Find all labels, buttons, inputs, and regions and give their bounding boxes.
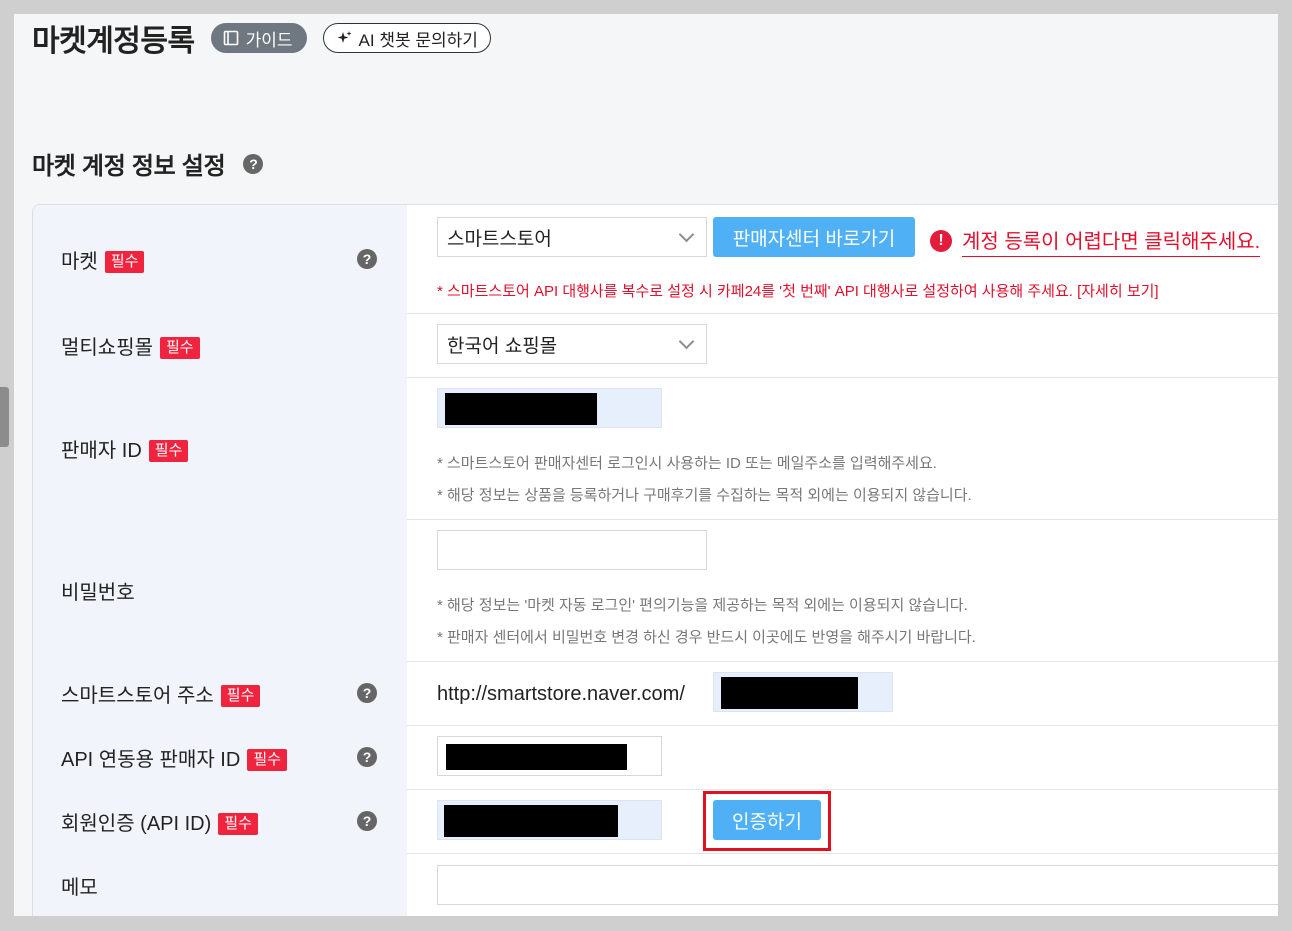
value-cell bbox=[408, 725, 1278, 789]
label-cell: 마켓 필수 ? bbox=[33, 205, 407, 313]
seller-id-label: 판매자 ID bbox=[61, 439, 142, 462]
required-badge: 필수 bbox=[104, 250, 145, 273]
member-auth-label: 회원인증 (API ID) bbox=[61, 812, 212, 835]
required-badge: 필수 bbox=[160, 336, 200, 359]
sparkle-icon bbox=[337, 30, 352, 43]
book-icon bbox=[223, 30, 238, 46]
page-title: 마켓계정등록 bbox=[32, 25, 195, 58]
seller-id-note-1: * 스마트스토어 판매자센터 로그인시 사용하는 ID 또는 메일주소를 입력해… bbox=[437, 455, 937, 472]
store-url-prefix: http://smartstore.naver.com/ bbox=[437, 683, 685, 705]
required-badge: 필수 bbox=[218, 812, 258, 835]
guide-button[interactable]: 가이드 bbox=[210, 23, 307, 53]
page-header: 마켓계정등록 가이드 AI 챗봇 문의하기 bbox=[32, 18, 491, 58]
ai-chatbot-label: AI 챗봇 문의하기 bbox=[358, 30, 478, 50]
market-account-form: 마켓 필수 ? 스마트스토어 판매자센터 바로가기 ! 계정 등록이 어렵다면 클… bbox=[32, 204, 1278, 916]
redacted-value bbox=[721, 677, 858, 709]
redacted-value bbox=[445, 393, 597, 425]
redacted-value bbox=[446, 744, 627, 770]
multi-mall-select[interactable]: 한국어 쇼핑몰 bbox=[437, 324, 707, 364]
seller-center-button[interactable]: 판매자센터 바로가기 bbox=[713, 217, 915, 257]
label-cell: 스마트스토어 주소 필수 ? bbox=[33, 661, 407, 725]
form-row-market: 마켓 필수 ? 스마트스토어 판매자센터 바로가기 ! 계정 등록이 어렵다면 클… bbox=[33, 205, 1278, 314]
password-note-1: * 해당 정보는 '마켓 자동 로그인' 편의기능을 제공하는 목적 외에는 이… bbox=[437, 597, 968, 614]
registration-help-link[interactable]: ! 계정 등록이 어렵다면 클릭해주세요. bbox=[930, 225, 1261, 257]
api-seller-id-label: API 연동용 판매자 ID bbox=[61, 748, 241, 771]
market-label: 마켓 bbox=[61, 250, 98, 273]
store-url-input[interactable] bbox=[713, 672, 893, 712]
api-id-input[interactable] bbox=[437, 800, 662, 840]
value-cell bbox=[408, 853, 1278, 916]
seller-id-note-2: * 해당 정보는 상품을 등록하거나 구매후기를 수집하는 목적 외에는 이용되… bbox=[437, 487, 972, 504]
api-seller-id-input[interactable] bbox=[437, 736, 662, 776]
section-title: 마켓 계정 정보 설정 ? bbox=[32, 146, 264, 181]
label-cell: API 연동용 판매자 ID 필수 ? bbox=[33, 725, 407, 789]
market-api-note: * 스마트스토어 API 대행사를 복수로 설정 시 카페24를 '첫 번째' … bbox=[437, 283, 1159, 300]
guide-button-label: 가이드 bbox=[245, 30, 293, 50]
value-cell: http://smartstore.naver.com/ bbox=[408, 661, 1278, 725]
redacted-value bbox=[444, 805, 618, 837]
value-cell: * 스마트스토어 판매자센터 로그인시 사용하는 ID 또는 메일주소를 입력해… bbox=[408, 377, 1278, 519]
form-row-store-url: 스마트스토어 주소 필수 ? http://smartstore.naver.co… bbox=[33, 661, 1278, 726]
password-note-2: * 판매자 센터에서 비밀번호 변경 하신 경우 반드시 이곳에도 반영을 해주… bbox=[437, 629, 976, 646]
required-badge: 필수 bbox=[220, 684, 261, 707]
multi-mall-label: 멀티쇼핑몰 bbox=[61, 336, 153, 359]
alert-icon: ! bbox=[930, 230, 952, 252]
ai-chatbot-button[interactable]: AI 챗봇 문의하기 bbox=[322, 23, 491, 53]
label-cell: 판매자 ID 필수 bbox=[33, 377, 407, 519]
label-cell: 멀티쇼핑몰 필수 bbox=[33, 313, 407, 377]
help-icon[interactable]: ? bbox=[357, 249, 377, 269]
memo-input[interactable] bbox=[437, 865, 1278, 905]
help-icon[interactable]: ? bbox=[357, 811, 377, 831]
label-cell: 회원인증 (API ID) 필수 ? bbox=[33, 789, 407, 853]
sidebar-collapse-handle[interactable] bbox=[0, 387, 9, 447]
form-row-password: 비밀번호 * 해당 정보는 '마켓 자동 로그인' 편의기능을 제공하는 목적 … bbox=[33, 519, 1278, 662]
required-badge: 필수 bbox=[247, 748, 287, 771]
value-cell: 한국어 쇼핑몰 bbox=[408, 313, 1278, 377]
value-cell: 스마트스토어 판매자센터 바로가기 ! 계정 등록이 어렵다면 클릭해주세요. … bbox=[408, 205, 1278, 313]
chevron-down-icon bbox=[678, 226, 695, 243]
form-row-seller-id: 판매자 ID 필수 * 스마트스토어 판매자센터 로그인시 사용하는 ID 또는 … bbox=[33, 377, 1278, 520]
form-row-memo: 메모 bbox=[33, 853, 1278, 916]
help-icon[interactable]: ? bbox=[357, 683, 377, 703]
help-icon[interactable]: ? bbox=[243, 153, 264, 174]
required-badge: 필수 bbox=[148, 439, 189, 462]
label-cell: 메모 bbox=[33, 853, 407, 916]
value-cell: 인증하기 bbox=[408, 789, 1278, 853]
form-row-multi-mall: 멀티쇼핑몰 필수 한국어 쇼핑몰 bbox=[33, 313, 1278, 378]
store-url-label: 스마트스토어 주소 bbox=[61, 684, 214, 707]
seller-id-input[interactable] bbox=[437, 388, 662, 428]
label-cell: 비밀번호 bbox=[33, 519, 407, 661]
page-container: 마켓계정등록 가이드 AI 챗봇 문의하기 마켓 계정 정보 설정 ? 마켓 필수 bbox=[14, 14, 1278, 916]
help-icon[interactable]: ? bbox=[357, 747, 377, 767]
form-row-member-auth: 회원인증 (API ID) 필수 ? 인증하기 bbox=[33, 789, 1278, 854]
verify-button[interactable]: 인증하기 bbox=[713, 800, 821, 840]
password-input[interactable] bbox=[437, 530, 707, 570]
form-row-api-seller-id: API 연동용 판매자 ID 필수 ? bbox=[33, 725, 1278, 790]
memo-label: 메모 bbox=[61, 876, 98, 899]
market-select[interactable]: 스마트스토어 bbox=[437, 217, 707, 257]
registration-help-text[interactable]: 계정 등록이 어렵다면 클릭해주세요. bbox=[962, 225, 1261, 257]
chevron-down-icon bbox=[678, 333, 695, 350]
value-cell: * 해당 정보는 '마켓 자동 로그인' 편의기능을 제공하는 목적 외에는 이… bbox=[408, 519, 1278, 661]
section-title-text: 마켓 계정 정보 설정 bbox=[32, 153, 226, 180]
password-label: 비밀번호 bbox=[61, 581, 135, 604]
